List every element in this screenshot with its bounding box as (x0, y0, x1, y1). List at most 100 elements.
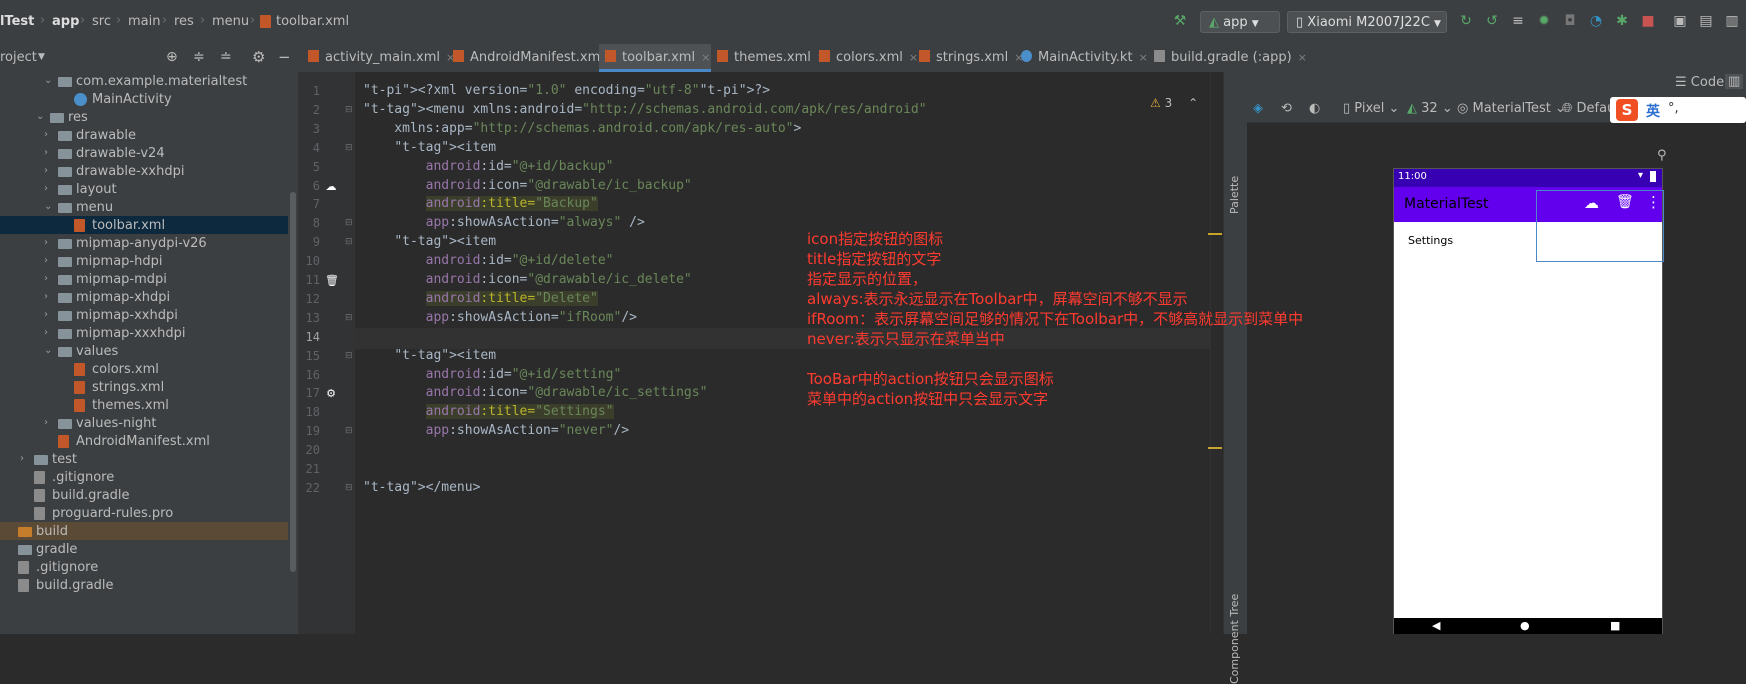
tab-mainactivity-kt[interactable]: MainActivity.kt × (1015, 44, 1148, 72)
chevron-right-icon[interactable]: › (44, 255, 54, 266)
tree-item[interactable]: ⌄ com.example.materialtest (0, 72, 288, 90)
ime-language[interactable]: 英 (1646, 101, 1660, 121)
chevron-down-icon[interactable]: ⌄ (36, 111, 46, 122)
close-icon[interactable]: × (1139, 51, 1148, 64)
component-tree-tab[interactable]: Component Tree (1228, 594, 1241, 684)
pin-icon[interactable]: ⚲ (1657, 148, 1667, 163)
fold-icon[interactable]: ⊟ (345, 483, 353, 493)
run-config-dropdown[interactable]: ◭ app ▼ (1200, 11, 1280, 33)
minimize-icon[interactable]: − (278, 48, 291, 66)
breadcrumb-src[interactable]: src (92, 14, 111, 29)
theme-selector[interactable]: ◎ MaterialTest ⌄ (1457, 101, 1566, 116)
chevron-down-icon[interactable]: ⌄ (44, 75, 54, 86)
tree-item[interactable]: › test (0, 450, 288, 468)
layers-icon[interactable]: ◈ (1253, 101, 1263, 116)
breadcrumb-menu[interactable]: menu (212, 14, 249, 29)
fold-icon[interactable]: ⊟ (345, 237, 353, 247)
tree-item[interactable]: build.gradle (0, 486, 288, 504)
project-view-selector[interactable]: roject (0, 50, 37, 65)
tab-colors-xml[interactable]: colors.xml × (813, 44, 918, 72)
chevron-right-icon[interactable]: › (44, 273, 54, 284)
tree-item[interactable]: proguard-rules.pro (0, 504, 288, 522)
tree-item[interactable]: › mipmap-anydpi-v26 (0, 234, 288, 252)
profiler-icon[interactable]: ◔ (1588, 13, 1604, 29)
palette-tab[interactable]: Palette (1228, 176, 1241, 214)
recents-icon[interactable]: ■ (1610, 619, 1620, 632)
tree-item[interactable]: › mipmap-xxhdpi (0, 306, 288, 324)
warning-marker[interactable] (1208, 233, 1222, 235)
breadcrumb-main[interactable]: main (128, 14, 160, 29)
fold-icon[interactable]: ⊟ (345, 426, 353, 436)
structure-icon[interactable]: ▥ (1724, 13, 1740, 29)
tab-toolbar-xml[interactable]: toolbar.xml × (599, 44, 711, 72)
tree-item[interactable]: › layout (0, 180, 288, 198)
debug-icon[interactable]: ✹ (1536, 13, 1552, 29)
chevron-down-icon[interactable]: ▼ (38, 52, 45, 62)
tree-item[interactable]: themes.xml (0, 396, 288, 414)
chevron-right-icon[interactable]: › (44, 309, 54, 320)
layout-inspector-icon[interactable]: ✱ (1614, 13, 1630, 29)
tree-item[interactable]: ⌄ res (0, 108, 288, 126)
chevron-right-icon[interactable]: › (44, 291, 54, 302)
delete-icon[interactable]: 🗑︎ (325, 275, 339, 287)
chevron-right-icon[interactable]: › (44, 165, 54, 176)
target-icon[interactable]: ⊕ (166, 49, 178, 65)
fold-icon[interactable]: ⊟ (345, 218, 353, 228)
orientation-icon[interactable]: ⟲ (1281, 101, 1292, 116)
apply-code-changes-icon[interactable]: ↺ (1484, 13, 1500, 29)
settings-icon[interactable]: ⚙ (325, 388, 337, 400)
warning-marker[interactable] (1208, 447, 1222, 449)
menu-item-settings[interactable]: Settings (1408, 234, 1453, 247)
chevron-down-icon[interactable]: ⌄ (44, 201, 54, 212)
chevron-down-icon[interactable]: ⌄ (44, 345, 54, 356)
chevron-right-icon[interactable]: › (44, 327, 54, 338)
close-icon[interactable]: × (1298, 51, 1307, 64)
fold-icon[interactable]: ⊟ (345, 313, 353, 323)
tab-androidmanifest-xml[interactable]: AndroidManifest.xml× (447, 44, 619, 72)
tree-item[interactable]: › drawable (0, 126, 288, 144)
night-mode-icon[interactable]: ◐ (1309, 101, 1320, 116)
tab-themes-xml[interactable]: themes.xml× (711, 44, 826, 72)
gear-icon[interactable]: ⚙ (252, 48, 265, 66)
fold-icon[interactable]: ⊟ (345, 351, 353, 361)
breadcrumb-app[interactable]: app (52, 14, 79, 29)
sdk-manager-icon[interactable]: ▤ (1698, 13, 1714, 29)
tree-item[interactable]: colors.xml (0, 360, 288, 378)
editor-scrollbar[interactable] (1210, 72, 1224, 634)
split-mode-button[interactable]: ▥ (1725, 74, 1744, 89)
home-icon[interactable]: ● (1520, 619, 1530, 632)
tree-item[interactable]: › drawable-v24 (0, 144, 288, 162)
device-selector[interactable]: ▯ Pixel ⌄ (1343, 101, 1399, 116)
expand-all-icon[interactable]: ≑ (193, 49, 205, 65)
tree-item[interactable]: › mipmap-xhdpi (0, 288, 288, 306)
chevron-right-icon[interactable]: › (44, 147, 54, 158)
ime-punctuation[interactable]: °, (1668, 101, 1679, 116)
tree-item[interactable]: strings.xml (0, 378, 288, 396)
stop-icon[interactable]: ■ (1640, 13, 1656, 29)
breadcrumb-res[interactable]: res (174, 14, 194, 29)
fold-icon[interactable]: ⊟ (345, 105, 353, 115)
device-manager-icon[interactable]: ▣ (1672, 13, 1688, 29)
tree-item[interactable]: ⌄ menu (0, 198, 288, 216)
apply-changes-icon[interactable]: ↻ (1458, 13, 1474, 29)
back-icon[interactable]: ◀ (1432, 619, 1440, 632)
tree-item[interactable]: › drawable-xxhdpi (0, 162, 288, 180)
tree-item[interactable]: toolbar.xml (0, 216, 288, 234)
tree-item[interactable]: › values-night (0, 414, 288, 432)
cloud-upload-icon[interactable]: ☁ (325, 180, 337, 193)
tab-strings-xml[interactable]: strings.xml × (913, 44, 1023, 72)
scrollbar-thumb[interactable] (290, 192, 296, 572)
tree-item[interactable]: AndroidManifest.xml (0, 432, 288, 450)
api-selector[interactable]: ◭ 32 ⌄ (1407, 101, 1453, 116)
tree-item[interactable]: ⌄ values (0, 342, 288, 360)
chevron-right-icon[interactable]: › (44, 417, 54, 428)
tree-item[interactable]: .gitignore (0, 468, 288, 486)
code-editor[interactable]: "t-pi"><?xml version="1.0" encoding="utf… (355, 72, 1223, 634)
code-mode-button[interactable]: ☰ Code (1675, 75, 1724, 90)
collapse-all-icon[interactable]: ≐ (220, 49, 232, 65)
hammer-icon[interactable]: ⚒ (1172, 13, 1188, 29)
close-icon[interactable]: × (701, 51, 710, 64)
tree-item[interactable]: .gitignore (0, 558, 288, 576)
device-dropdown[interactable]: ▯ Xiaomi M2007J22C ▼ (1287, 11, 1447, 33)
tree-item[interactable]: › mipmap-hdpi (0, 252, 288, 270)
